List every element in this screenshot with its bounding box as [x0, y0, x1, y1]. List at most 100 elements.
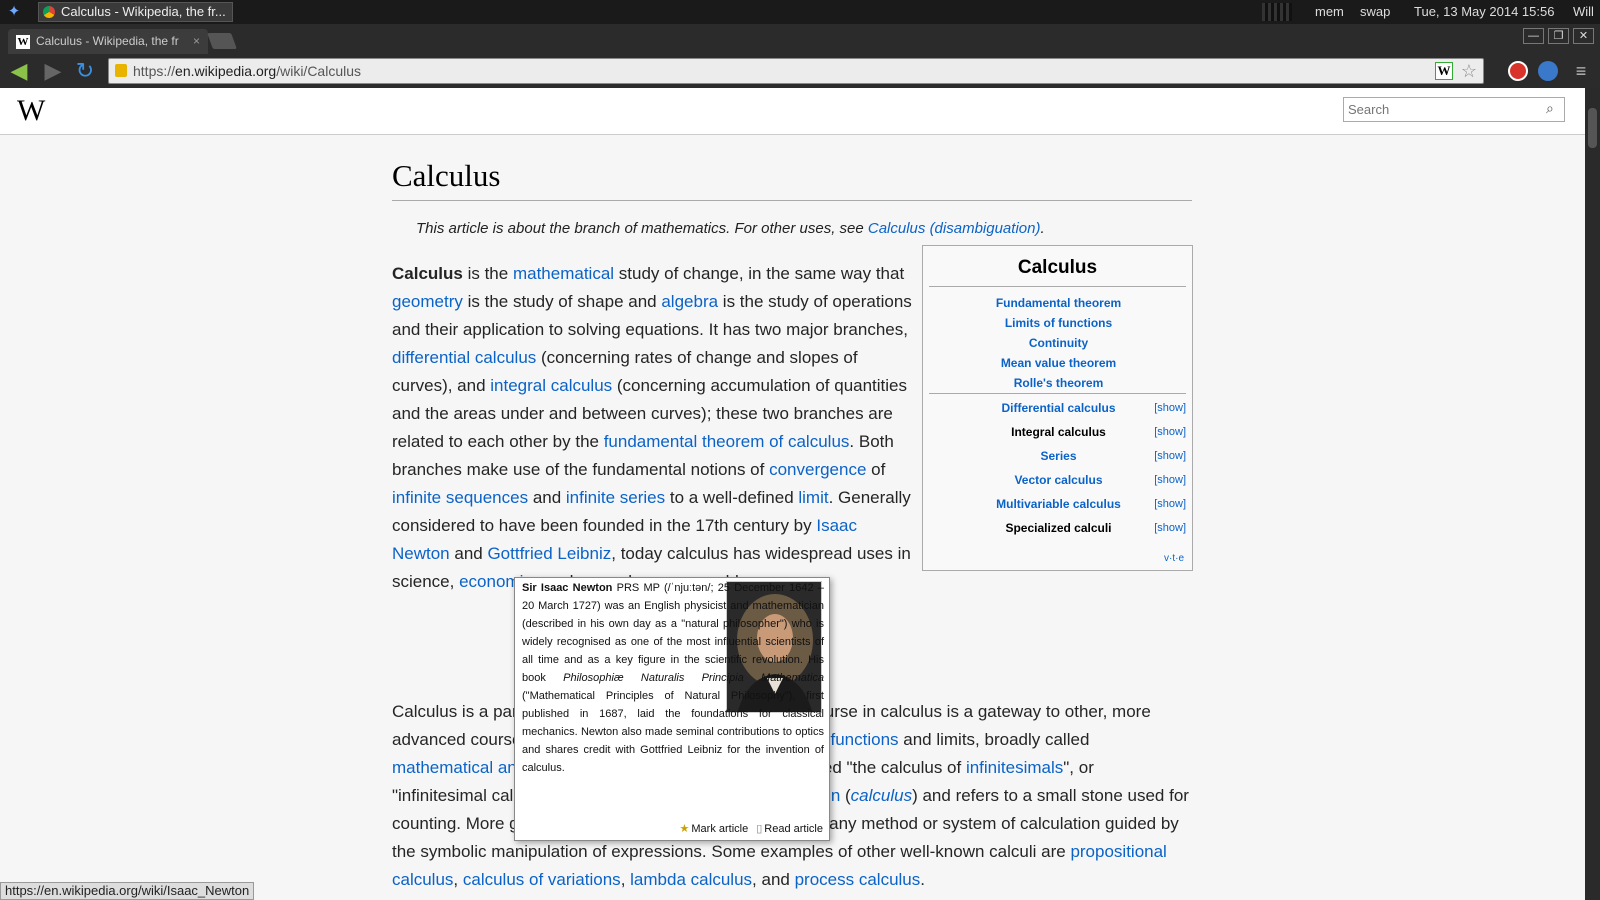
tab-close-icon[interactable]: ×	[193, 29, 200, 54]
navbox-section: Vector calculus [show]	[923, 468, 1194, 492]
navbox-section: Specialized calculi [show]	[923, 516, 1194, 540]
mark-article-button[interactable]: ★ Mark article	[680, 820, 749, 838]
link-convergence[interactable]: convergence	[769, 460, 866, 479]
link-process-calculus[interactable]: process calculus	[795, 870, 921, 889]
navbox-section: Differential calculus [show]	[923, 396, 1194, 420]
popup-extract: Sir Isaac Newton PRS MP (/ˈnjuːtən/; 25 …	[522, 579, 824, 777]
link-lambda-calculus[interactable]: lambda calculus	[630, 870, 752, 889]
wiki-header: W ⌕	[0, 88, 1585, 135]
new-tab-button[interactable]	[207, 33, 237, 49]
page-title: Calculus	[392, 158, 1192, 201]
link-calculus-latin[interactable]: calculus	[851, 786, 912, 805]
hatnote-link[interactable]: Calculus (disambiguation)	[868, 220, 1041, 237]
page-scrollbar[interactable]	[1585, 88, 1600, 900]
cpu-graph	[1262, 3, 1292, 21]
navbox-link[interactable]: Rolle's theorem	[1014, 376, 1104, 390]
link-gottfried-leibniz[interactable]: Gottfried Leibniz	[487, 544, 611, 563]
scrollbar-thumb[interactable]	[1588, 108, 1597, 148]
url-host: en.wikipedia.org	[175, 63, 277, 79]
navbox-link[interactable]: Mean value theorem	[1001, 356, 1116, 370]
search-input[interactable]	[1343, 97, 1565, 122]
link-infinitesimals[interactable]: infinitesimals	[966, 758, 1063, 777]
window-controls: — ❐ ✕	[1523, 28, 1594, 44]
status-bar-url: https://en.wikipedia.org/wiki/Isaac_Newt…	[0, 882, 255, 900]
search-icon[interactable]: ⌕	[1546, 100, 1554, 117]
star-icon: ★	[679, 823, 690, 835]
navbox-section: Series [show]	[923, 444, 1194, 468]
reload-icon[interactable]: ↻	[72, 59, 98, 83]
os-top-bar: ✦ Calculus - Wikipedia, the fr... mem sw…	[0, 0, 1600, 24]
link-mathematical[interactable]: mathematical	[513, 264, 614, 283]
url-path: /wiki/Calculus	[276, 63, 362, 79]
browser-tab[interactable]: W Calculus - Wikipedia, the fr ×	[8, 29, 208, 54]
menu-icon[interactable]: ≡	[1568, 59, 1594, 83]
mem-indicator: mem	[1315, 4, 1344, 19]
link-fundamental-theorem[interactable]: fundamental theorem of calculus	[604, 432, 850, 451]
show-toggle[interactable]: [show]	[1154, 444, 1186, 468]
web-page: W ⌕ Calculus This article is about the b…	[0, 88, 1585, 900]
navbox-link[interactable]: Continuity	[1029, 336, 1088, 350]
navbox-vte-links[interactable]: v·t·e	[1164, 553, 1184, 564]
taskbar-window-title: Calculus - Wikipedia, the fr...	[61, 4, 226, 19]
link-integral-calculus[interactable]: integral calculus	[490, 376, 612, 395]
wikipedia-extension-icon[interactable]: W	[1435, 62, 1453, 80]
adblock-icon[interactable]	[1508, 61, 1528, 81]
extension-icon[interactable]	[1538, 61, 1558, 81]
minimize-icon[interactable]: —	[1523, 28, 1544, 44]
forward-button-icon[interactable]: ▶	[40, 59, 66, 83]
browser-chrome: W Calculus - Wikipedia, the fr × — ❐ ✕ ◀…	[0, 24, 1600, 88]
navbox-title: Calculus	[1017, 257, 1098, 278]
link-functions[interactable]: functions	[830, 730, 898, 749]
popup-actions: ★ Mark article ▯ Read article	[680, 820, 823, 838]
address-bar[interactable]: https://en.wikipedia.org/wiki/Calculus W…	[108, 58, 1484, 84]
chrome-icon	[43, 6, 55, 18]
link-limit[interactable]: limit	[798, 488, 828, 507]
show-toggle[interactable]: [show]	[1154, 516, 1186, 540]
navbox-section: Multivariable calculus [show]	[923, 492, 1194, 516]
navigation-toolbar: ◀ ▶ ↻ https://en.wikipedia.org/wiki/Calc…	[0, 54, 1600, 88]
bookmark-star-icon[interactable]: ☆	[1461, 59, 1477, 83]
read-article-label: Read article	[764, 823, 823, 835]
popup-text-2: ("Mathematical Principles of Natural Phi…	[522, 690, 824, 774]
hatnote-text: This article is about the branch of math…	[416, 220, 868, 237]
navbox-section: Integral calculus [show]	[923, 420, 1194, 444]
link-algebra[interactable]: algebra	[661, 292, 718, 311]
navbox-divider	[929, 393, 1186, 394]
user-menu[interactable]: Will	[1573, 4, 1594, 19]
lock-icon	[115, 64, 127, 77]
navbox-divider	[929, 286, 1186, 287]
link-calculus-of-variations[interactable]: calculus of variations	[463, 870, 621, 889]
show-toggle[interactable]: [show]	[1154, 492, 1186, 516]
article-preview-popup: Sir Isaac Newton PRS MP (/ˈnjuːtən/; 25 …	[514, 577, 830, 841]
link-differential-calculus[interactable]: differential calculus	[392, 348, 536, 367]
link-geometry[interactable]: geometry	[392, 292, 463, 311]
article-paragraph-1: Calculus is the mathematical study of ch…	[392, 264, 912, 591]
close-window-icon[interactable]: ✕	[1573, 28, 1594, 44]
clock[interactable]: Tue, 13 May 2014 15:56	[1414, 4, 1554, 19]
popup-name: Sir Isaac Newton	[522, 582, 613, 594]
navbox-link[interactable]: Limits of functions	[1005, 316, 1112, 330]
swap-indicator: swap	[1360, 4, 1391, 19]
maximize-icon[interactable]: ❐	[1548, 28, 1569, 44]
show-toggle[interactable]: [show]	[1154, 420, 1186, 444]
taskbar-window-button[interactable]: Calculus - Wikipedia, the fr...	[38, 2, 233, 22]
url-prefix: https://	[133, 63, 176, 79]
navbox-links: Fundamental theorem Limits of functions …	[923, 293, 1194, 393]
link-isaac-newton[interactable]: Isaac Newton	[392, 516, 857, 563]
link-infinite-series[interactable]: infinite series	[566, 488, 665, 507]
back-button-icon[interactable]: ◀	[6, 59, 32, 83]
show-toggle[interactable]: [show]	[1154, 396, 1186, 420]
wikipedia-favicon: W	[16, 35, 30, 49]
read-article-button[interactable]: ▯ Read article	[756, 820, 823, 838]
mark-article-label: Mark article	[691, 823, 749, 835]
popup-text-1: PRS MP (/ˈnjuːtən/; 25 December 1642 – 2…	[522, 582, 824, 684]
hatnote: This article is about the branch of math…	[416, 220, 1045, 237]
calculus-navbox: Calculus Fundamental theorem Limits of f…	[922, 245, 1193, 571]
popup-book: Philosophiæ Naturalis Principia Mathemat…	[563, 672, 824, 684]
link-infinite-sequences[interactable]: infinite sequences	[392, 488, 528, 507]
wikipedia-logo[interactable]: W	[17, 94, 45, 128]
navbox-link[interactable]: Fundamental theorem	[996, 296, 1121, 310]
tab-title: Calculus - Wikipedia, the fr	[36, 34, 179, 48]
show-toggle[interactable]: [show]	[1154, 468, 1186, 492]
app-menu-icon[interactable]: ✦	[4, 3, 24, 21]
